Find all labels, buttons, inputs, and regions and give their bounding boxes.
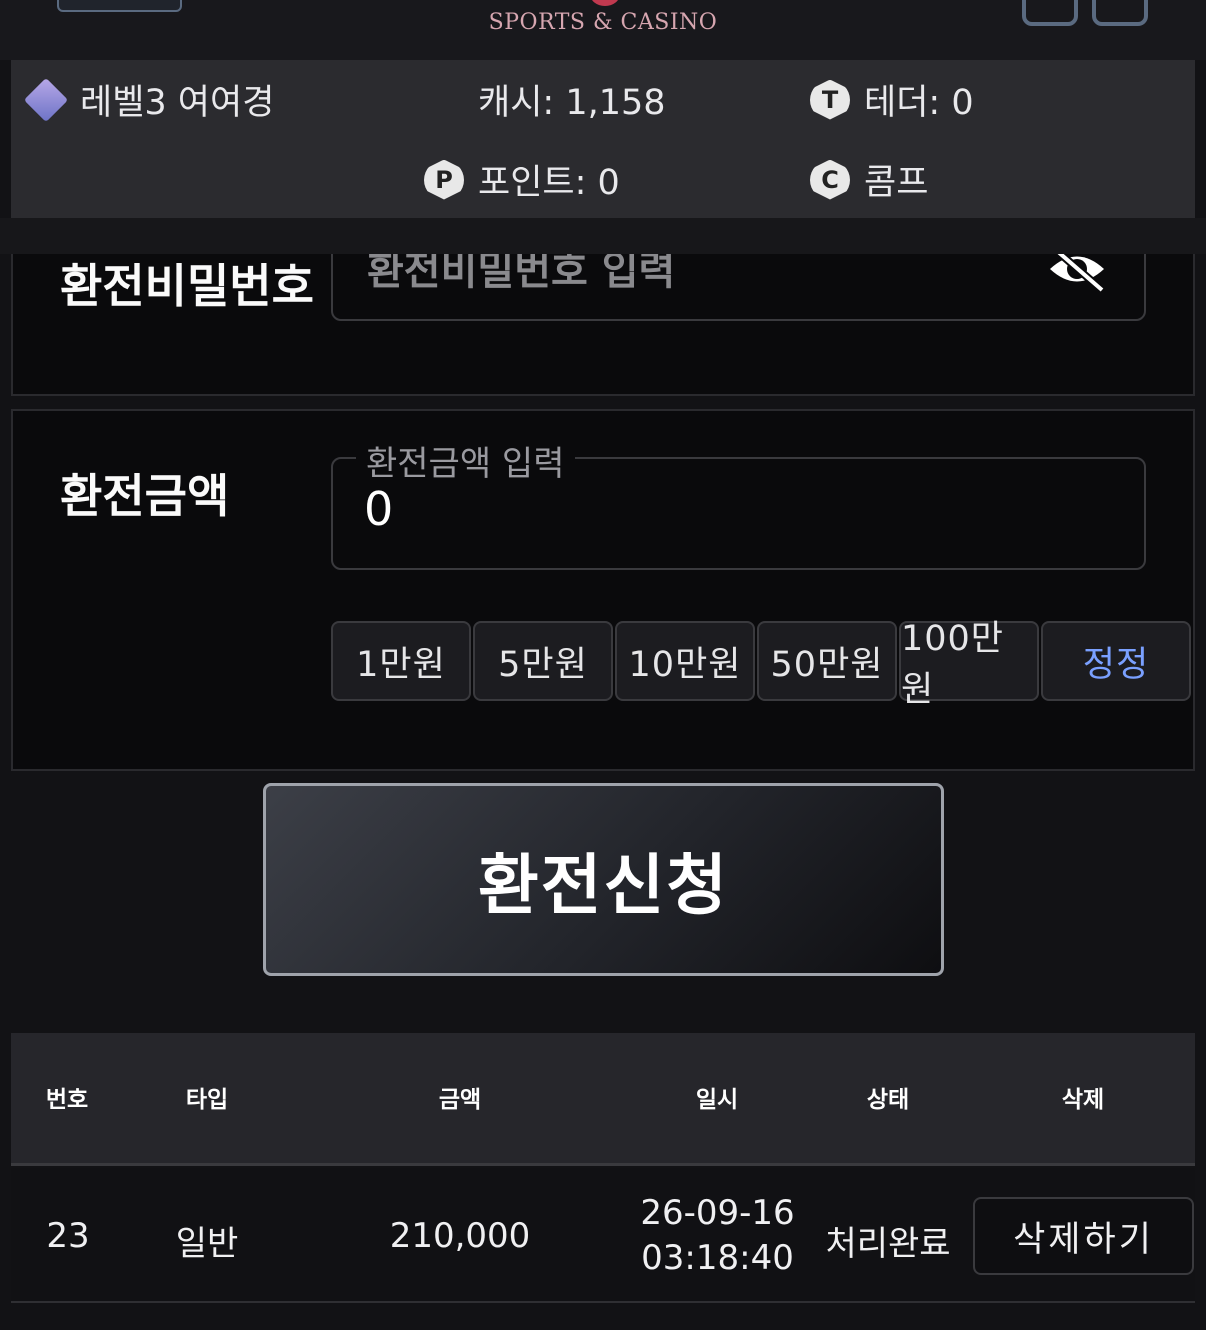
cell-status: 처리완료 bbox=[825, 1224, 951, 1264]
quick-amount-1m-button[interactable]: 100만원 bbox=[899, 619, 1039, 710]
page-bottom bbox=[0, 1305, 1206, 1330]
sticky-divider bbox=[0, 218, 1206, 254]
cash-info: 캐시: 1,158 bbox=[478, 74, 666, 125]
top-header: SPORTS & CASINO bbox=[0, 0, 1206, 60]
header-delete: 삭제 bbox=[1061, 1087, 1105, 1113]
points-info: P 포인트: 0 bbox=[424, 154, 620, 205]
quick-amount-50k-button[interactable]: 5만원 bbox=[473, 621, 613, 701]
tether-icon: T bbox=[810, 79, 850, 120]
cash-text: 캐시: 1,158 bbox=[478, 83, 666, 123]
points-text: 포인트: 0 bbox=[478, 163, 620, 203]
header-status: 상태 bbox=[866, 1087, 910, 1113]
password-label: 환전비밀번호 bbox=[60, 259, 314, 313]
header-number: 번호 bbox=[45, 1087, 89, 1113]
comp-info[interactable]: C 콤프 bbox=[810, 154, 928, 205]
quick-amount-500k-button[interactable]: 50만원 bbox=[757, 621, 897, 701]
amount-input-legend: 환전금액 입력 bbox=[356, 436, 575, 485]
header-type: 타입 bbox=[185, 1087, 229, 1113]
cell-amount: 210,000 bbox=[389, 1216, 531, 1256]
quick-amount-100k-button[interactable]: 10만원 bbox=[615, 621, 755, 701]
account-icon[interactable] bbox=[1092, 0, 1148, 26]
points-icon: P bbox=[424, 159, 464, 200]
quick-amount-buttons: 1만원 5만원 10만원 50만원 100만원 정정 bbox=[331, 619, 1191, 710]
cell-type: 일반 bbox=[175, 1224, 239, 1264]
header-icons bbox=[1022, 0, 1148, 26]
tether-info: T 테더: 0 bbox=[810, 74, 974, 125]
comp-text[interactable]: 콤프 bbox=[864, 154, 928, 205]
level-info: 레벨3 여여경 bbox=[23, 74, 275, 125]
reset-amount-button[interactable]: 정정 bbox=[1041, 621, 1191, 701]
quick-amount-10k-button[interactable]: 1만원 bbox=[331, 621, 471, 701]
tether-text: 테더: 0 bbox=[864, 83, 974, 123]
cell-date: 26-09-16 bbox=[640, 1193, 795, 1233]
header-amount: 금액 bbox=[438, 1087, 482, 1113]
cell-number: 23 bbox=[46, 1216, 90, 1256]
level-icon bbox=[23, 77, 69, 122]
comp-icon: C bbox=[810, 159, 850, 200]
delete-button[interactable]: 삭제하기 bbox=[973, 1197, 1194, 1275]
cell-time: 03:18:40 bbox=[641, 1238, 794, 1278]
withdraw-submit-button[interactable]: 환전신청 bbox=[263, 783, 944, 976]
brand-logo bbox=[590, 0, 620, 6]
wallet-icon[interactable] bbox=[1022, 0, 1078, 26]
amount-input-value[interactable]: 0 bbox=[364, 482, 393, 536]
header-datetime: 일시 bbox=[695, 1087, 739, 1113]
level-text: 레벨3 여여경 bbox=[80, 83, 275, 123]
amount-label: 환전금액 bbox=[60, 469, 230, 523]
